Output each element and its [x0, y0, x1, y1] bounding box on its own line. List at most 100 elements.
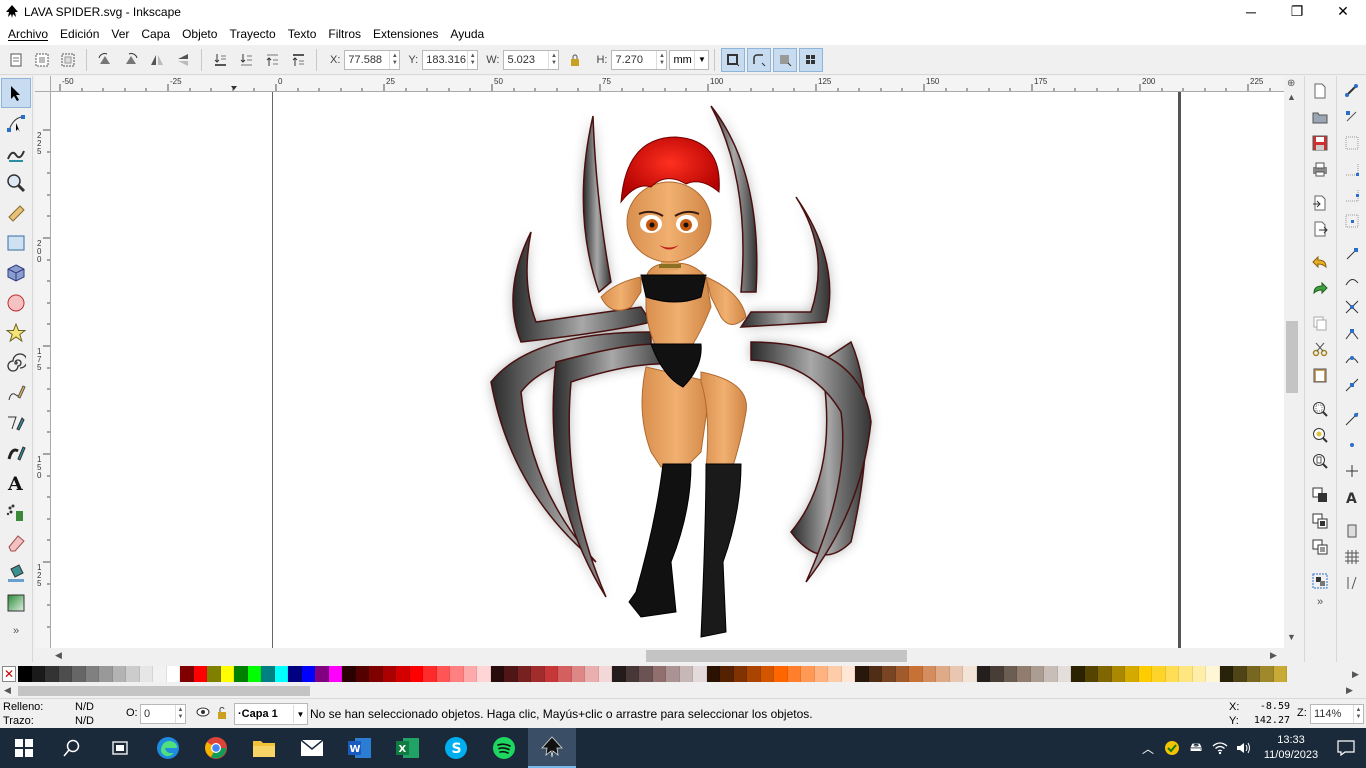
stroke-value[interactable]: N/D: [75, 715, 94, 727]
layer-lock-toggle[interactable]: [216, 706, 228, 723]
open-button[interactable]: [1305, 104, 1335, 130]
copy-button[interactable]: [1305, 310, 1335, 336]
color-swatch[interactable]: [126, 666, 140, 682]
scroll-right-icon[interactable]: ▶: [1270, 650, 1277, 661]
color-swatch[interactable]: [1125, 666, 1139, 682]
color-swatch[interactable]: [288, 666, 302, 682]
color-swatch[interactable]: [895, 666, 909, 682]
scale-stroke-toggle[interactable]: [721, 47, 746, 72]
export-button[interactable]: [1305, 216, 1335, 242]
color-swatch[interactable]: [666, 666, 680, 682]
ellipse-tool[interactable]: [1, 288, 31, 318]
color-swatch[interactable]: [1084, 666, 1098, 682]
spiral-tool[interactable]: [1, 348, 31, 378]
print-button[interactable]: [1305, 156, 1335, 182]
snap-nodes-toggle[interactable]: [1337, 242, 1366, 268]
lower-to-bottom-button[interactable]: [208, 48, 232, 72]
volume-button[interactable]: [1232, 728, 1256, 768]
color-swatch[interactable]: [153, 666, 167, 682]
calligraphy-tool[interactable]: [1, 438, 31, 468]
snap-rotation-center-toggle[interactable]: [1337, 432, 1366, 458]
paint-bucket-tool[interactable]: [1, 558, 31, 588]
undo-button[interactable]: [1305, 250, 1335, 276]
scroll-up-icon[interactable]: ▲: [1287, 92, 1296, 102]
spotify-button[interactable]: [480, 728, 528, 768]
zoom-selection-button[interactable]: [1305, 396, 1335, 422]
scroll-left-icon[interactable]: ◀: [55, 650, 62, 661]
current-layer-select[interactable]: ·Capa 1 ▼: [234, 703, 308, 725]
color-swatch[interactable]: [315, 666, 329, 682]
vertical-scroll-thumb[interactable]: [1286, 321, 1298, 393]
snap-intersection-toggle[interactable]: [1337, 294, 1366, 320]
raise-button[interactable]: [260, 48, 284, 72]
color-swatch[interactable]: [234, 666, 248, 682]
menu-ayuda[interactable]: Ayuda: [444, 27, 490, 41]
color-swatch[interactable]: [720, 666, 734, 682]
y-field[interactable]: [423, 50, 468, 69]
h-field[interactable]: [612, 50, 657, 69]
zoom-tool[interactable]: [1, 168, 31, 198]
color-swatch[interactable]: [72, 666, 86, 682]
transform-gradients-toggle[interactable]: [773, 47, 798, 72]
color-swatch[interactable]: [1233, 666, 1247, 682]
color-swatch[interactable]: [639, 666, 653, 682]
zoom-spinbox[interactable]: ▲▼: [1310, 704, 1364, 724]
w-field[interactable]: [504, 50, 549, 69]
color-swatch[interactable]: [882, 666, 896, 682]
x-spinbox[interactable]: ▲▼: [344, 49, 401, 70]
color-swatch[interactable]: [490, 666, 504, 682]
w-spin-arrows[interactable]: ▲ ▼: [548, 50, 558, 69]
excel-button[interactable]: X: [384, 728, 432, 768]
vertical-scrollbar[interactable]: ⊕ ▲ ▼: [1284, 76, 1300, 648]
snap-bbox-edge-toggle[interactable]: [1337, 130, 1366, 156]
edge-button[interactable]: [144, 728, 192, 768]
x-field[interactable]: [345, 50, 390, 69]
color-swatch[interactable]: [396, 666, 410, 682]
color-swatch[interactable]: [1071, 666, 1085, 682]
star-tool[interactable]: [1, 318, 31, 348]
snap-grid-toggle[interactable]: [1337, 544, 1366, 570]
file-explorer-button[interactable]: [240, 728, 288, 768]
color-swatch[interactable]: [909, 666, 923, 682]
color-swatch[interactable]: [733, 666, 747, 682]
menu-ver[interactable]: Ver: [105, 27, 135, 41]
color-swatch[interactable]: [85, 666, 99, 682]
color-swatch[interactable]: [261, 666, 275, 682]
word-button[interactable]: W: [336, 728, 384, 768]
color-swatch[interactable]: [1165, 666, 1179, 682]
color-swatch[interactable]: [1111, 666, 1125, 682]
color-swatch[interactable]: [1260, 666, 1274, 682]
new-document-button[interactable]: [1305, 78, 1335, 104]
select-all-button[interactable]: [4, 48, 28, 72]
color-swatch[interactable]: [477, 666, 491, 682]
color-swatch[interactable]: [1273, 666, 1287, 682]
color-swatch[interactable]: [180, 666, 194, 682]
raise-to-top-button[interactable]: [286, 48, 310, 72]
snap-text-baseline-toggle[interactable]: [1337, 458, 1366, 484]
color-swatch[interactable]: [949, 666, 963, 682]
color-swatch[interactable]: [990, 666, 1004, 682]
color-swatch[interactable]: [220, 666, 234, 682]
y-spin-arrows[interactable]: ▲ ▼: [467, 50, 477, 69]
color-swatch[interactable]: [166, 666, 180, 682]
duplicate-button[interactable]: [1305, 482, 1335, 508]
start-button[interactable]: [0, 728, 48, 768]
task-view-button[interactable]: [96, 728, 144, 768]
zoom-corner-icon[interactable]: ⊕: [1287, 78, 1295, 89]
snap-path-toggle[interactable]: [1337, 268, 1366, 294]
color-swatch[interactable]: [139, 666, 153, 682]
snap-object-center-toggle[interactable]: [1337, 406, 1366, 432]
color-swatch[interactable]: [1044, 666, 1058, 682]
color-swatch[interactable]: [828, 666, 842, 682]
zoom-field[interactable]: [1311, 705, 1353, 723]
palette-scroll-thumb[interactable]: [18, 686, 310, 696]
color-swatch[interactable]: [693, 666, 707, 682]
eraser-tool[interactable]: [1, 528, 31, 558]
color-swatch[interactable]: [436, 666, 450, 682]
text-tool[interactable]: A: [1, 468, 31, 498]
snap-bbox-toggle[interactable]: [1337, 104, 1366, 130]
color-swatch[interactable]: [517, 666, 531, 682]
color-swatch[interactable]: [963, 666, 977, 682]
menu-archivo[interactable]: Archivo: [2, 27, 54, 41]
rectangle-tool[interactable]: [1, 228, 31, 258]
